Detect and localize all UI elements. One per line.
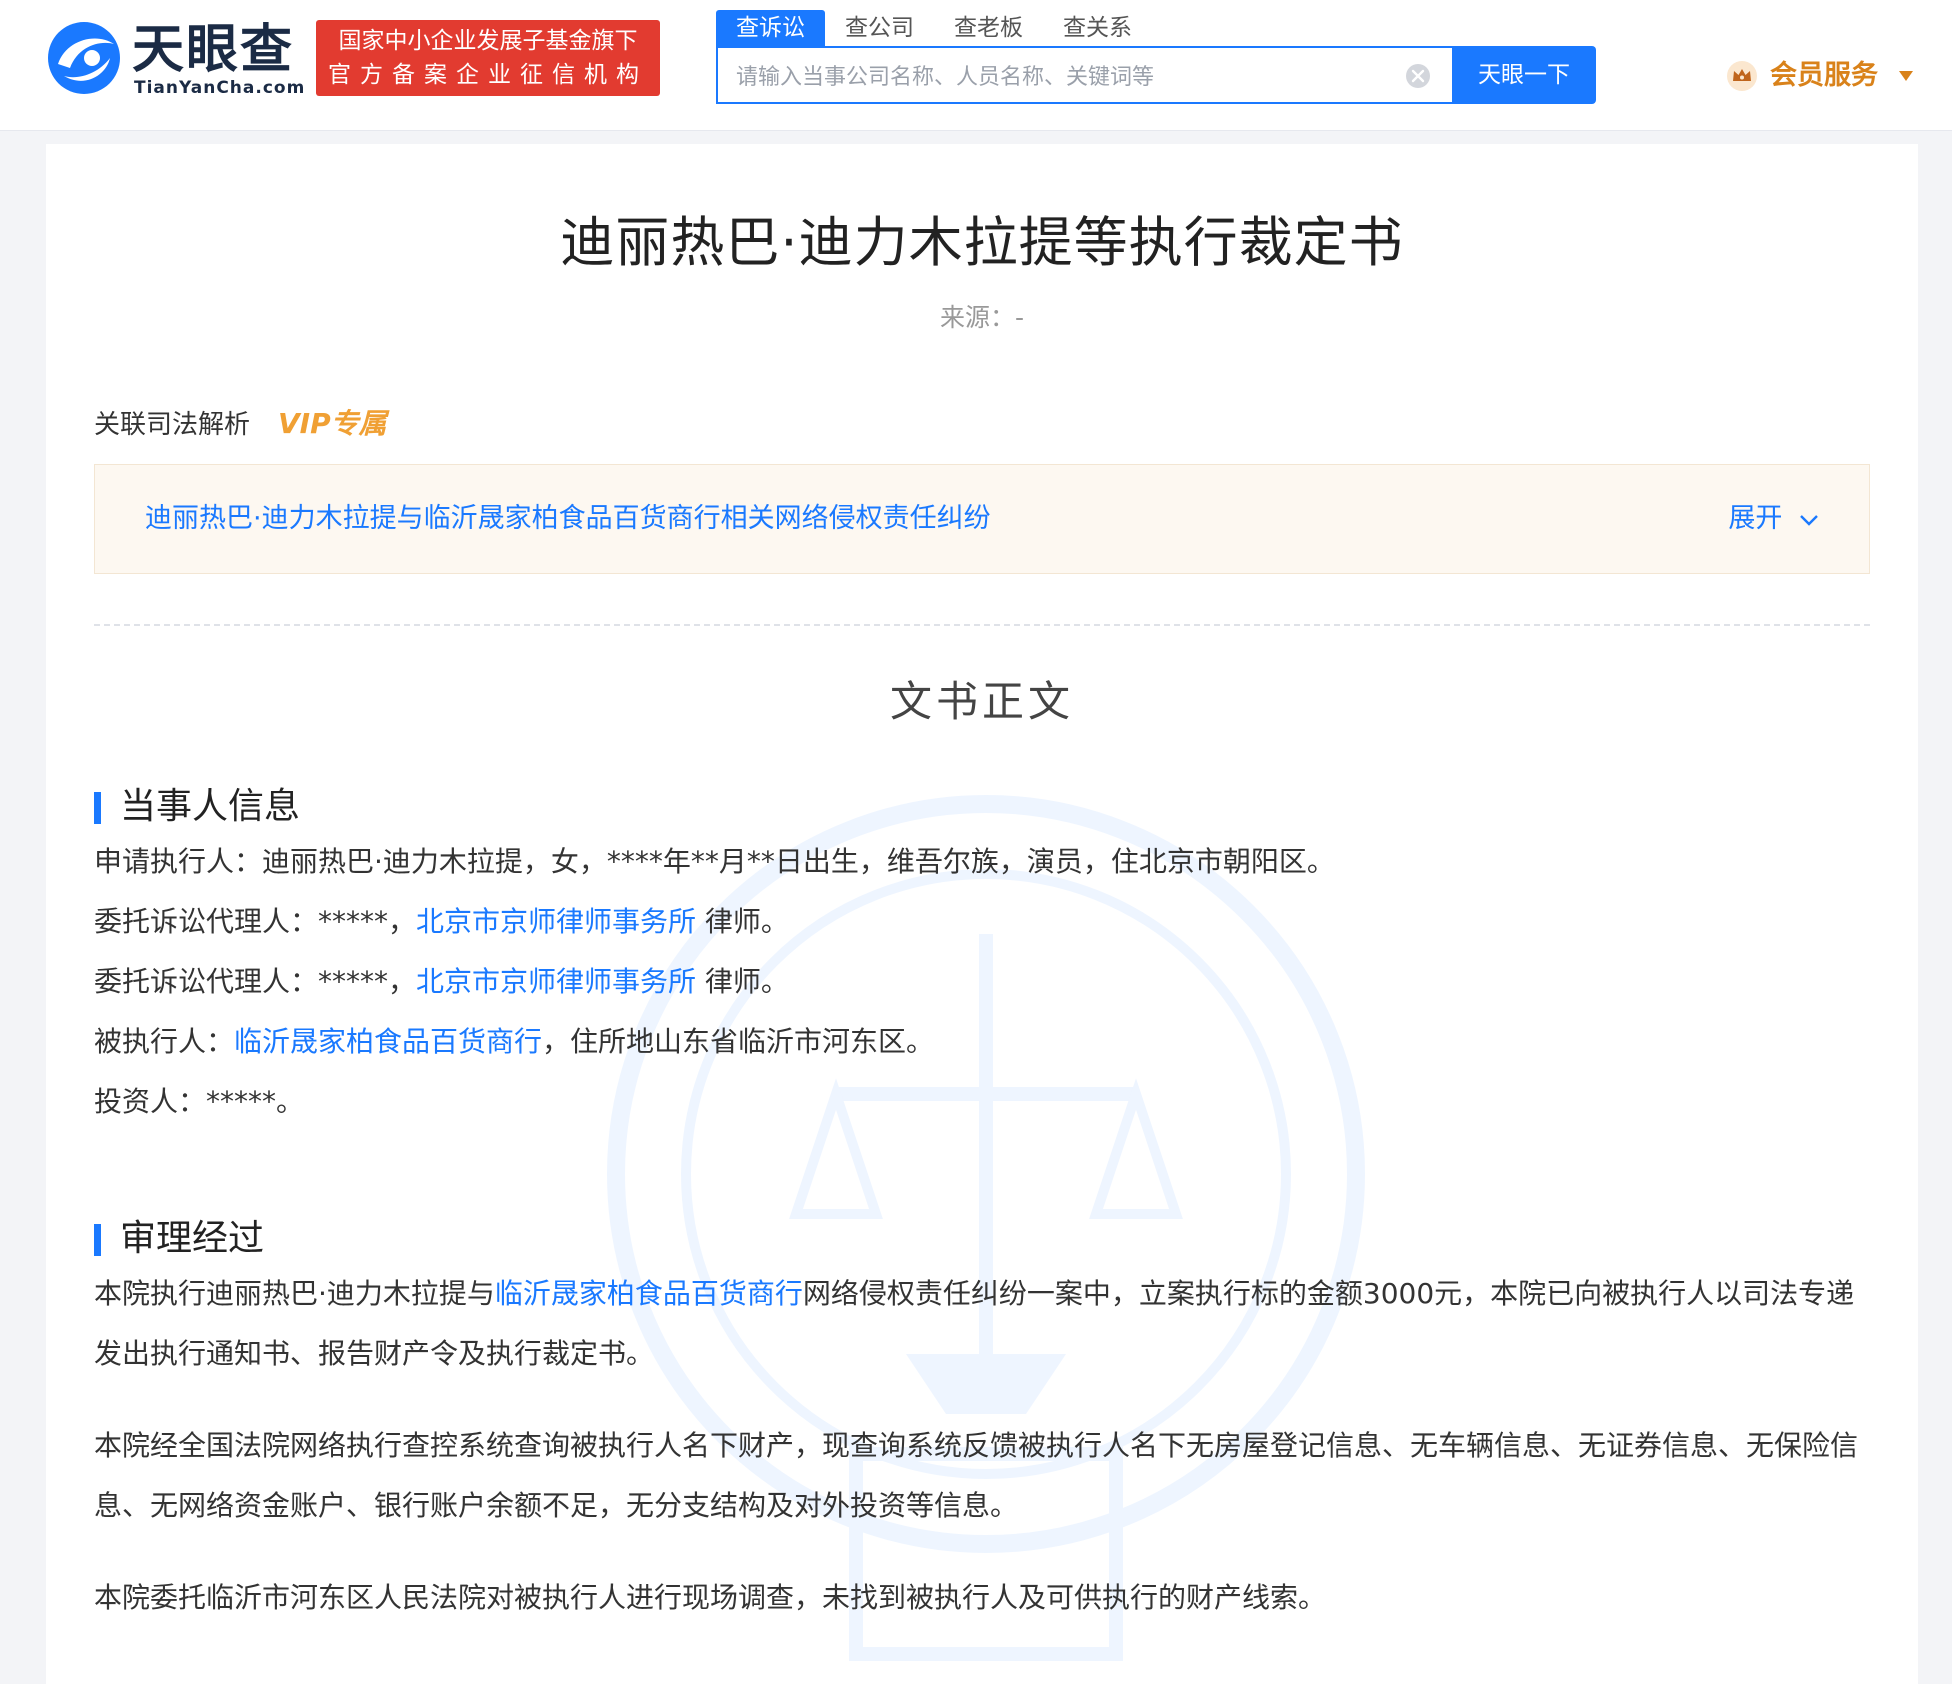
document-card: 迪丽热巴·迪力木拉提等执行裁定书 来源：- 关联司法解析 VIP专属 迪丽热巴·…: [46, 144, 1918, 1684]
tianyancha-logo[interactable]: 天眼查 TianYanCha.com: [44, 18, 304, 98]
vip-exclusive-badge: VIP专属: [278, 407, 387, 440]
section-divider: [94, 624, 1870, 626]
expand-button[interactable]: 展开: [1728, 499, 1819, 539]
agent-label: 委托诉讼代理人：*****，: [94, 905, 417, 938]
clear-icon[interactable]: [1404, 62, 1432, 90]
tab-relation[interactable]: 查关系: [1043, 10, 1152, 46]
vip-service-label: 会员服务: [1770, 60, 1878, 91]
tab-lawsuit[interactable]: 查诉讼: [716, 10, 825, 46]
related-analysis-label: 关联司法解析: [94, 410, 251, 440]
agent-suffix: 律师。: [696, 965, 789, 998]
party-investor: 投资人：*****。: [94, 1085, 305, 1118]
logo-domain: TianYanCha.com: [134, 78, 306, 98]
source-value: -: [1014, 303, 1025, 332]
document-source: 来源：-: [46, 300, 1918, 336]
search-box: [716, 46, 1452, 104]
document-title: 迪丽热巴·迪力木拉提等执行裁定书: [560, 211, 1404, 274]
official-badge: 国家中小企业发展子基金旗下 官方备案企业征信机构: [316, 20, 660, 96]
respondent-link[interactable]: 临沂晟家柏食品百货商行: [495, 1277, 803, 1310]
related-case-link[interactable]: 迪丽热巴·迪力木拉提与临沂晟家柏食品百货商行相关网络侵权责任纠纷: [145, 499, 991, 539]
source-label: 来源：: [939, 303, 1015, 332]
respondent-suffix: ，住所地山东省临沂市河东区。: [542, 1025, 935, 1058]
respondent-label: 被执行人：: [94, 1025, 235, 1058]
respondent-link[interactable]: 临沂晟家柏食品百货商行: [234, 1025, 542, 1058]
caret-down-icon: [1899, 71, 1913, 81]
trial-p1-prefix: 本院执行迪丽热巴·迪力木拉提与: [94, 1277, 495, 1310]
agent-label: 委托诉讼代理人：*****，: [94, 965, 417, 998]
search-button[interactable]: 天眼一下: [1452, 46, 1596, 104]
tab-company[interactable]: 查公司: [825, 10, 934, 46]
trial-paragraph-1: 本院执行迪丽热巴·迪力木拉提与临沂晟家柏食品百货商行网络侵权责任纠纷一案中，立案…: [94, 1264, 1874, 1384]
party-applicant: 申请执行人：迪丽热巴·迪力木拉提，女，****年**月**日出生，维吾尔族，演员…: [94, 845, 1335, 878]
logo-text: 天眼查: [132, 20, 295, 80]
expand-label: 展开: [1728, 503, 1783, 534]
related-analysis-box: 迪丽热巴·迪力木拉提与临沂晟家柏食品百货商行相关网络侵权责任纠纷 展开: [94, 464, 1870, 574]
party-agent-1: 委托诉讼代理人：*****，北京市京师律师事务所 律师。: [94, 892, 1874, 952]
search-input[interactable]: [734, 58, 1378, 96]
badge-line-1: 国家中小企业发展子基金旗下: [338, 28, 638, 54]
agent-suffix: 律师。: [696, 905, 789, 938]
law-firm-link[interactable]: 北京市京师律师事务所: [416, 965, 696, 998]
search-tabs: 查诉讼 查公司 查老板 查关系: [716, 10, 1152, 46]
party-respondent: 被执行人：临沂晟家柏食品百货商行，住所地山东省临沂市河东区。: [94, 1012, 1874, 1072]
chevron-down-icon: [1800, 514, 1818, 526]
top-header: 天眼查 TianYanCha.com 国家中小企业发展子基金旗下 官方备案企业征…: [0, 0, 1952, 131]
law-firm-link[interactable]: 北京市京师律师事务所: [416, 905, 696, 938]
crown-icon: [1727, 61, 1757, 91]
tianyancha-logo-icon: [48, 22, 120, 94]
trial-paragraph-3: 本院委托临沂市河东区人民法院对被执行人进行现场调查，未找到被执行人及可供执行的财…: [94, 1581, 1327, 1614]
trial-heading: 审理经过: [94, 1216, 264, 1262]
parties-heading: 当事人信息: [94, 784, 300, 830]
party-agent-2: 委托诉讼代理人：*****，北京市京师律师事务所 律师。: [94, 952, 1874, 1012]
document-body-title: 文书正文: [889, 677, 1074, 726]
tab-boss[interactable]: 查老板: [934, 10, 1043, 46]
badge-line-2: 官方备案企业征信机构: [328, 62, 648, 88]
trial-paragraph-2: 本院经全国法院网络执行查控系统查询被执行人名下财产，现查询系统反馈被执行人名下无…: [94, 1429, 1859, 1522]
